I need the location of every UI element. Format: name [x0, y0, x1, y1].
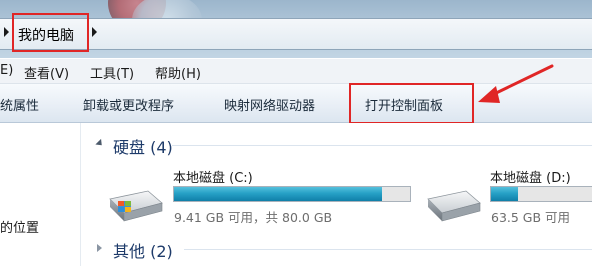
- map-network-drive-button[interactable]: 映射网络驱动器: [224, 95, 315, 114]
- drive-c-label[interactable]: 本地磁盘 (C:): [173, 167, 253, 186]
- hard-drive-c-icon[interactable]: [104, 183, 166, 225]
- menu-edit[interactable]: E): [0, 63, 13, 78]
- group-header-other[interactable]: 其他 (2): [113, 238, 173, 262]
- menu-view[interactable]: 查看(V): [24, 63, 69, 82]
- highlight-box-address: [12, 13, 89, 52]
- breadcrumb-root-arrow-icon[interactable]: [4, 27, 9, 37]
- navigation-pane: 的位置: [0, 123, 81, 266]
- drive-c-usage-bar: [173, 186, 411, 202]
- hard-drive-d-icon[interactable]: [422, 183, 484, 225]
- system-properties-button[interactable]: 统属性: [0, 95, 39, 114]
- menu-tools[interactable]: 工具(T): [90, 63, 134, 82]
- group-divider: [172, 145, 592, 146]
- drive-c-space-info: 9.41 GB 可用，共 80.0 GB: [174, 210, 333, 225]
- group-divider-other: [184, 249, 592, 250]
- annotation-arrow-icon: [478, 64, 554, 103]
- highlight-box-control-panel: [349, 83, 474, 124]
- breadcrumb-chevron-icon[interactable]: [92, 27, 97, 37]
- drive-d-usage-bar: [490, 186, 592, 202]
- drive-d-space-info: 63.5 GB 可用: [491, 210, 571, 225]
- group-header-hdd[interactable]: 硬盘 (4): [113, 134, 173, 158]
- uninstall-program-button[interactable]: 卸载或更改程序: [83, 95, 174, 114]
- expand-arrow-icon[interactable]: [97, 244, 102, 252]
- drive-d-label[interactable]: 本地磁盘 (D:): [490, 167, 571, 186]
- menu-help[interactable]: 帮助(H): [155, 63, 201, 82]
- drive-d-usage-fill: [491, 187, 518, 201]
- drive-c-usage-fill: [174, 187, 382, 201]
- nav-item-recent-places[interactable]: 的位置: [0, 217, 39, 236]
